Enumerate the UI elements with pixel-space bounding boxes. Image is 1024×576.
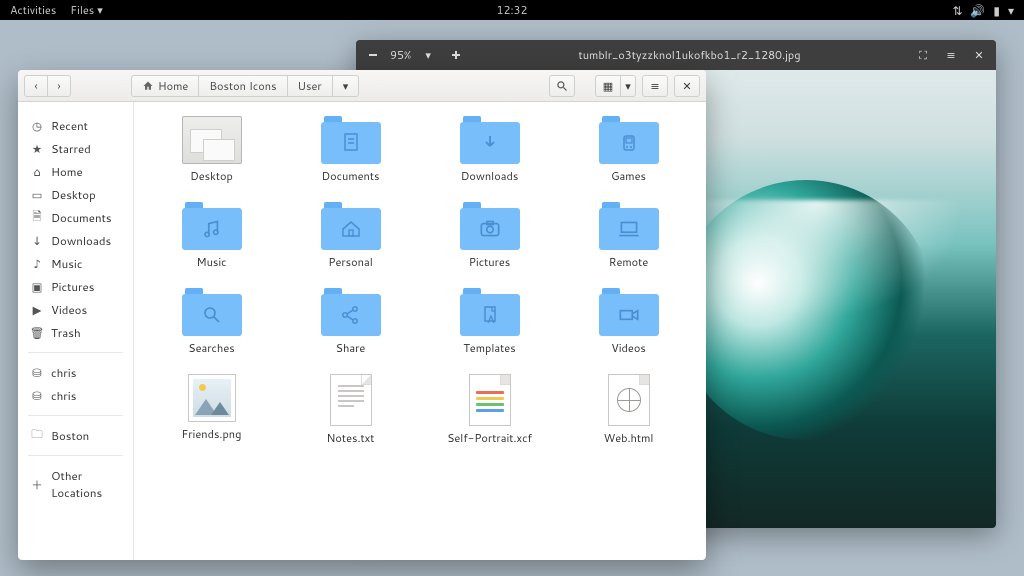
activities-button[interactable]: Activities [10,2,56,18]
battery-icon[interactable]: ▮ [993,2,1000,19]
sidebar-item-music[interactable]: ♪Music [18,252,133,275]
path-seg-boston-icons[interactable]: Boston Icons [198,75,287,97]
app-menu-button[interactable]: Files ▾ [70,2,102,18]
sidebar-item-disk1[interactable]: ⛁chris [18,361,133,384]
zoom-level-label: 95% [390,47,411,63]
search-button[interactable] [549,75,575,97]
item-music[interactable]: Music [142,202,281,270]
item-searches[interactable]: Searches [142,288,281,356]
desktop-thumb-icon [182,116,242,164]
network-icon[interactable]: ⇅ [952,2,962,19]
path-seg-user[interactable]: User [287,75,333,97]
zoom-out-button[interactable] [362,44,384,66]
folder-icon [460,288,520,336]
gnome-topbar: Activities Files ▾ 12:32 ⇅ 🔊 ▮ ▾ [0,0,1024,20]
view-icons-button[interactable]: ▦ [595,75,621,97]
item-documents[interactable]: Documents [281,116,420,184]
volume-icon[interactable]: 🔊 [970,2,985,19]
item-self-portrait-xcf[interactable]: Self-Portrait.xcf [420,374,559,446]
sidebar-item-desktop[interactable]: ▭Desktop [18,183,133,206]
sidebar-item-documents[interactable]: 🗎Documents [18,206,133,229]
zoom-dropdown-button[interactable]: ▾ [417,44,439,66]
clock[interactable]: 12:32 [497,2,528,18]
files-close-button[interactable]: ✕ [674,75,700,97]
files-headerbar: ‹ › Home Boston Icons User ▾ ▦ ▾ ≡ ✕ [18,70,706,102]
item-personal[interactable]: Personal [281,202,420,270]
item-notes-txt[interactable]: Notes.txt [281,374,420,446]
sidebar-item-starred[interactable]: ★Starred [18,137,133,160]
video-icon: ▶ [30,303,44,317]
fullscreen-button[interactable]: ⛶ [912,44,934,66]
xcf-file-icon [469,374,511,426]
text-file-icon [330,374,372,426]
zoom-in-button[interactable] [445,44,467,66]
picture-icon: ▣ [30,280,44,294]
folder-icon [460,116,520,164]
folder-icon [182,202,242,250]
item-templates[interactable]: Templates [420,288,559,356]
image-file-icon [188,374,236,422]
item-desktop[interactable]: Desktop [142,116,281,184]
sidebar-item-disk2[interactable]: ⛁chris [18,384,133,407]
sidebar-item-network[interactable]: 🗀Boston [18,424,133,447]
drive-icon: ⛁ [30,389,44,403]
star-icon: ★ [30,142,44,156]
folder-icon [321,288,381,336]
item-share[interactable]: Share [281,288,420,356]
music-icon: ♪ [30,257,44,271]
files-sidebar: ◷Recent ★Starred ⌂Home ▭Desktop 🗎Documen… [18,102,134,560]
sidebar-item-videos[interactable]: ▶Videos [18,298,133,321]
files-icon-view[interactable]: Desktop Documents Downloads Games Music [134,102,706,560]
item-videos[interactable]: Videos [559,288,698,356]
folder-icon [599,202,659,250]
download-icon: ↓ [30,234,44,248]
path-home-button[interactable]: Home [131,75,199,97]
document-icon: 🗎 [30,211,44,225]
plus-icon: ＋ [30,477,44,491]
html-file-icon [608,374,650,426]
folder-icon: 🗀 [30,429,44,443]
sidebar-item-pictures[interactable]: ▣Pictures [18,275,133,298]
sidebar-item-trash[interactable]: 🗑Trash [18,321,133,344]
drive-icon: ⛁ [30,366,44,380]
system-menu-chevron-icon[interactable]: ▾ [1008,2,1014,19]
image-viewer-menu-button[interactable]: ≡ [940,44,962,66]
path-dropdown-button[interactable]: ▾ [332,75,360,97]
hamburger-menu-button[interactable]: ≡ [642,75,668,97]
folder-icon [460,202,520,250]
sidebar-item-other-locations[interactable]: ＋Other Locations [18,464,133,504]
item-downloads[interactable]: Downloads [420,116,559,184]
forward-button[interactable]: › [47,75,71,97]
files-window: ‹ › Home Boston Icons User ▾ ▦ ▾ ≡ ✕ ◷Re… [18,70,706,560]
home-icon: ⌂ [30,165,44,179]
sidebar-item-downloads[interactable]: ↓Downloads [18,229,133,252]
folder-icon [182,288,242,336]
folder-icon [321,202,381,250]
sidebar-item-recent[interactable]: ◷Recent [18,114,133,137]
view-dropdown-button[interactable]: ▾ [620,75,636,97]
trash-icon: 🗑 [30,326,44,340]
folder-icon [599,116,659,164]
item-remote[interactable]: Remote [559,202,698,270]
image-viewer-title: tumblr_o3tyzzknol1ukofkbo1_r2_1280.jpg [473,47,906,63]
back-button[interactable]: ‹ [24,75,48,97]
sidebar-item-home[interactable]: ⌂Home [18,160,133,183]
folder-icon [599,288,659,336]
image-viewer-headerbar: 95% ▾ tumblr_o3tyzzknol1ukofkbo1_r2_1280… [356,40,996,70]
item-web-html[interactable]: Web.html [559,374,698,446]
item-pictures[interactable]: Pictures [420,202,559,270]
desktop-icon: ▭ [30,188,44,202]
image-viewer-close-button[interactable]: ✕ [968,44,990,66]
path-bar: Home Boston Icons User ▾ [131,75,359,97]
item-friends-png[interactable]: Friends.png [142,374,281,446]
folder-icon [321,116,381,164]
item-games[interactable]: Games [559,116,698,184]
clock-icon: ◷ [30,119,44,133]
